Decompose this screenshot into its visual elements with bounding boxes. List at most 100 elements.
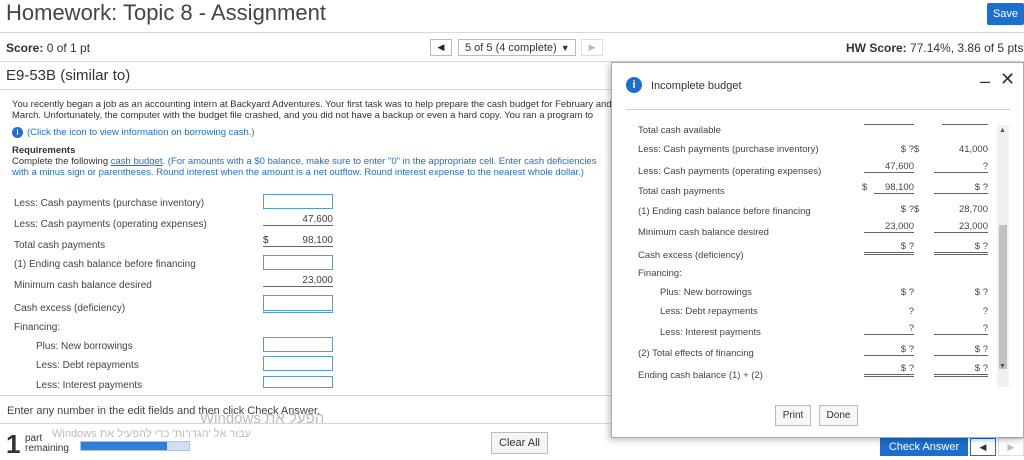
score-label: Score: bbox=[6, 41, 44, 55]
parts-remaining-count: 1 bbox=[6, 429, 21, 459]
question-selector[interactable]: 5 of 5 (4 complete) ▼ bbox=[458, 39, 576, 56]
right-arrow-icon: ▶ bbox=[1007, 441, 1015, 452]
modal-new-borrowings-v1: $ ? bbox=[900, 287, 914, 298]
modal-ending-before-v2: 28,700 bbox=[958, 204, 988, 215]
modal-interest-payments-v2: ? bbox=[934, 323, 988, 335]
modal-min-desired-v1: 23,000 bbox=[864, 221, 914, 233]
modal-row-total-effects: (2) Total effects of financing bbox=[638, 348, 754, 359]
progress-fill bbox=[81, 442, 168, 450]
bottom-next-button[interactable]: ▶ bbox=[998, 438, 1024, 456]
modal-row-interest-payments: Less: Interest payments bbox=[660, 327, 761, 338]
exercise-title: E9-53B (similar to) bbox=[6, 67, 131, 84]
cash-budget-link[interactable]: cash budget bbox=[111, 156, 163, 167]
modal-row-ending-balance: Ending cash balance (1) + (2) bbox=[638, 370, 763, 381]
row-label-purchase: Less: Cash payments (purchase inventory) bbox=[14, 198, 205, 209]
next-question-button[interactable]: ▶ bbox=[581, 39, 603, 56]
clear-all-button[interactable]: Clear All bbox=[491, 432, 548, 454]
row-label-interest-payments: Less: Interest payments bbox=[36, 380, 143, 391]
page-title: Homework: Topic 8 - Assignment bbox=[6, 0, 326, 25]
row-label-ending-before: (1) Ending cash balance before financing bbox=[14, 259, 196, 270]
activation-watermark-2: Windows עבור אל 'הגדרות' כדי להפעיל את bbox=[52, 428, 252, 440]
modal-excess-v2: $ ? bbox=[934, 241, 988, 255]
close-icon[interactable]: ✕ bbox=[1000, 69, 1015, 90]
question-intro: You recently began a job as an accountin… bbox=[12, 99, 612, 121]
incomplete-budget-dialog: i Incomplete budget – ✕ Total cash avail… bbox=[611, 62, 1024, 438]
modal-total-payments-v1: 98,100 bbox=[874, 182, 914, 194]
row-label-debt-repayments: Less: Debt repayments bbox=[36, 360, 139, 371]
modal-ending-before-d2: $ bbox=[914, 204, 920, 215]
row-label-new-borrowings: Plus: New borrowings bbox=[36, 341, 133, 352]
remaining-label: remaining bbox=[25, 443, 69, 454]
modal-ending-before-v1: $ ? bbox=[900, 204, 914, 215]
row-label-excess: Cash excess (deficiency) bbox=[14, 303, 126, 314]
modal-row-new-borrowings: Plus: New borrowings bbox=[660, 287, 752, 298]
input-new-borrowings[interactable] bbox=[263, 337, 333, 352]
prev-question-button[interactable]: ◀ bbox=[430, 39, 452, 56]
modal-row-ending-before: (1) Ending cash balance before financing bbox=[638, 206, 811, 217]
left-arrow-icon: ◀ bbox=[437, 42, 445, 52]
modal-purchase-v1: $ ? bbox=[900, 144, 914, 155]
row-label-min-desired: Minimum cash balance desired bbox=[14, 280, 152, 291]
scrollbar-thumb[interactable] bbox=[999, 225, 1007, 369]
header-divider bbox=[0, 32, 1024, 33]
chevron-down-icon: ▼ bbox=[560, 42, 570, 53]
activation-watermark: Windows ‫הפעל את bbox=[200, 410, 325, 427]
input-debt-repayments[interactable] bbox=[263, 356, 333, 371]
modal-min-desired-v2: 23,000 bbox=[934, 221, 988, 233]
modal-total-effects-v1: $ ? bbox=[864, 344, 914, 356]
row-label-total-payments: Total cash payments bbox=[14, 240, 106, 251]
modal-row-purchase: Less: Cash payments (purchase inventory) bbox=[638, 144, 819, 155]
modal-operating-v1: 47,600 bbox=[864, 161, 914, 173]
modal-total-effects-v2: $ ? bbox=[934, 344, 988, 356]
question-selector-label: 5 of 5 (4 complete) bbox=[465, 41, 557, 54]
modal-new-borrowings-v2: $ ? bbox=[974, 287, 988, 298]
input-purchase-inventory[interactable] bbox=[263, 194, 333, 209]
modal-operating-v2: ? bbox=[934, 161, 988, 173]
info-icon: i bbox=[626, 77, 642, 93]
save-button[interactable]: Save bbox=[987, 3, 1024, 25]
print-button[interactable]: Print bbox=[775, 405, 811, 426]
modal-total-payments-v2: $ ? bbox=[934, 182, 988, 194]
modal-ending-balance-v1: $ ? bbox=[864, 363, 914, 377]
modal-row-operating: Less: Cash payments (operating expenses) bbox=[638, 166, 822, 177]
modal-row-total-payments: Total cash payments bbox=[638, 186, 725, 197]
right-arrow-icon: ▶ bbox=[588, 42, 596, 52]
progress-bar bbox=[80, 441, 190, 451]
modal-debt-repayments-v2: ? bbox=[982, 306, 988, 317]
modal-row-min-desired: Minimum cash balance desired bbox=[638, 227, 769, 238]
scroll-up-icon[interactable]: ▲ bbox=[999, 127, 1006, 134]
bottom-prev-button[interactable]: ◀ bbox=[970, 438, 996, 456]
modal-row-debt-repayments: Less: Debt repayments bbox=[660, 306, 758, 317]
minimize-icon[interactable]: – bbox=[980, 71, 990, 92]
modal-ending-balance-v2: $ ? bbox=[934, 363, 988, 377]
borrowing-info-link[interactable]: i (Click the icon to view information on … bbox=[12, 127, 255, 138]
modal-row-financing: Financing: bbox=[638, 268, 682, 279]
row-label-operating: Less: Cash payments (operating expenses) bbox=[14, 219, 207, 230]
req-part1: Complete the following bbox=[12, 156, 111, 167]
scroll-down-icon[interactable]: ▼ bbox=[999, 363, 1006, 370]
modal-debt-repayments-v1: ? bbox=[908, 306, 914, 317]
left-arrow-icon: ◀ bbox=[979, 441, 987, 452]
input-ending-before-financing[interactable] bbox=[263, 255, 333, 270]
exercise-divider bbox=[0, 89, 612, 90]
modal-excess-v1: $ ? bbox=[864, 241, 914, 255]
borrowing-info-text: (Click the icon to view information on b… bbox=[27, 127, 255, 138]
value-operating: 47,600 bbox=[263, 214, 333, 226]
score-value: 0 of 1 pt bbox=[46, 41, 91, 55]
clipped-value-2 bbox=[942, 119, 988, 125]
hw-score-display: HW Score: 77.14%, 3.86 of 5 pts bbox=[846, 41, 1023, 55]
requirements-text: Complete the following cash budget. (For… bbox=[12, 156, 612, 178]
info-icon[interactable]: i bbox=[12, 127, 23, 138]
modal-total-payments-d1: $ bbox=[862, 182, 868, 193]
hw-score-value: 77.14%, 3.86 of 5 pts bbox=[910, 41, 1024, 55]
done-button[interactable]: Done bbox=[819, 405, 858, 426]
check-answer-button[interactable]: Check Answer bbox=[880, 438, 968, 456]
input-interest-payments[interactable] bbox=[263, 376, 333, 388]
modal-row-total-available: Total cash available bbox=[638, 125, 721, 136]
modal-row-excess: Cash excess (deficiency) bbox=[638, 250, 744, 261]
content-divider bbox=[0, 395, 612, 396]
value-min-desired: 23,000 bbox=[263, 275, 333, 287]
dialog-title: Incomplete budget bbox=[651, 80, 742, 92]
modal-purchase-d2: $ bbox=[914, 144, 920, 155]
input-cash-excess[interactable] bbox=[263, 295, 333, 313]
